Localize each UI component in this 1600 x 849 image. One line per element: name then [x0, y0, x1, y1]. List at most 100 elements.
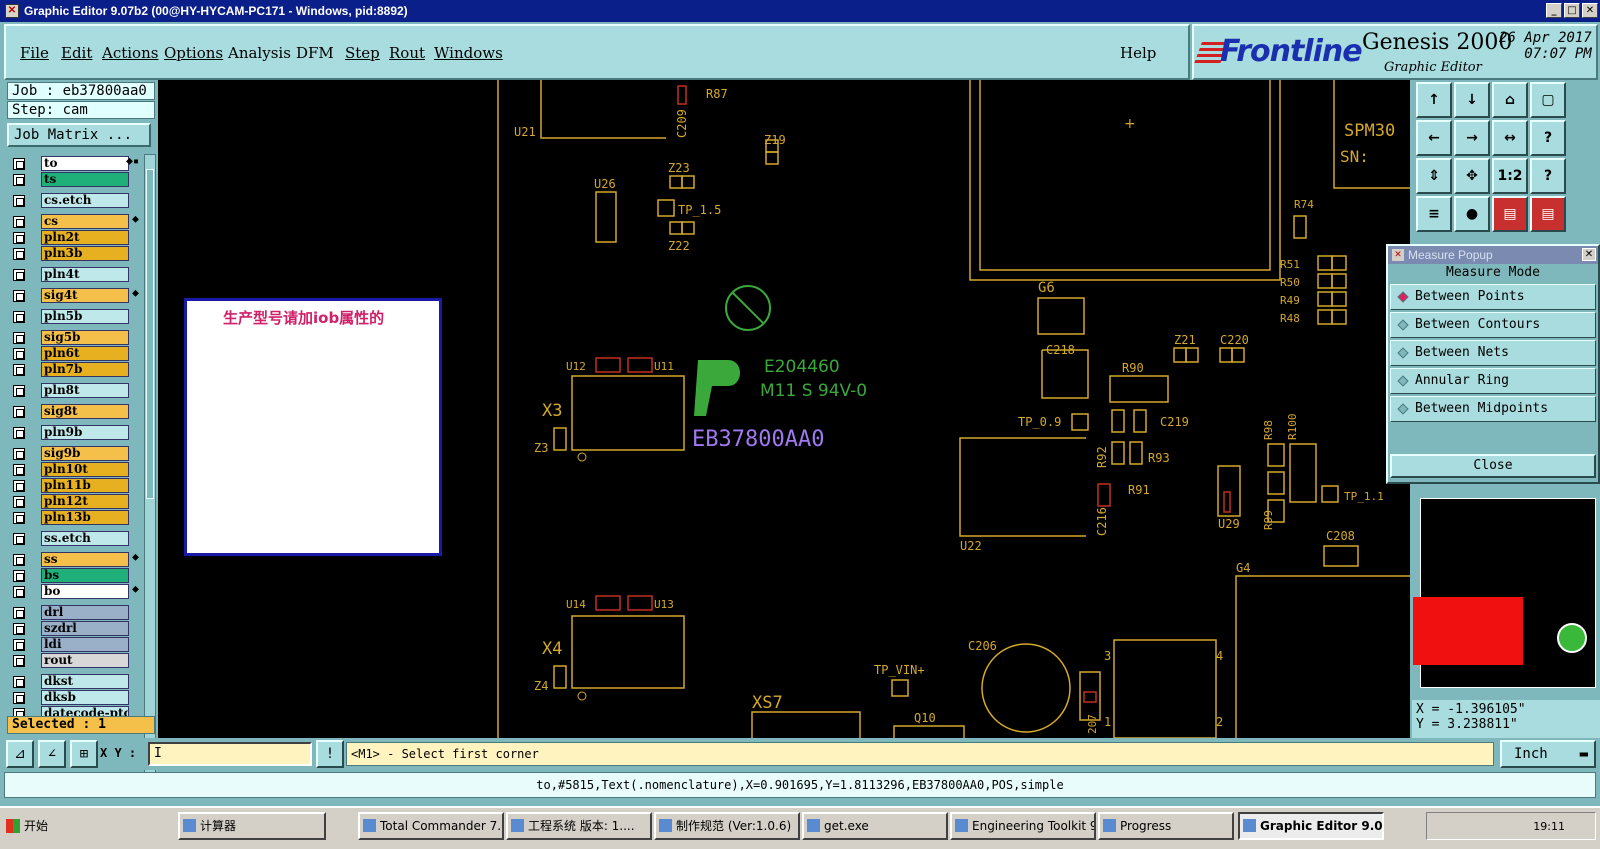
layer-row-pln11b[interactable]: pln11b: [7, 478, 141, 494]
layer-checkbox[interactable]: [13, 676, 25, 688]
layer-checkbox[interactable]: [13, 232, 25, 244]
layer-row-pln10t[interactable]: pln10t: [7, 462, 141, 478]
layer-scrollbar[interactable]: [144, 154, 156, 786]
pan-left-button[interactable]: ←: [1416, 120, 1452, 156]
layer-checkbox[interactable]: [13, 332, 25, 344]
layer-name[interactable]: sig8t: [41, 404, 129, 419]
task-get-exe[interactable]: get.exe: [802, 812, 948, 840]
layer-checkbox[interactable]: [13, 216, 25, 228]
layer-checkbox[interactable]: [13, 290, 25, 302]
menu-dfm[interactable]: DFM: [296, 44, 334, 62]
fit-screen-button[interactable]: ⇕: [1416, 158, 1452, 194]
layer-name[interactable]: dksb: [41, 690, 129, 705]
layer-name[interactable]: pln4t: [41, 267, 129, 282]
move-up-button[interactable]: ↑: [1416, 82, 1452, 118]
job-matrix-button[interactable]: Job Matrix ...: [7, 123, 151, 147]
layer-name[interactable]: sig5b: [41, 330, 129, 345]
layer-row-pln5b[interactable]: pln5b: [7, 309, 141, 325]
layer-name[interactable]: pln3b: [41, 246, 129, 261]
layer-row-pln6t[interactable]: pln6t: [7, 346, 141, 362]
overview-map[interactable]: [1413, 498, 1596, 688]
menu-options[interactable]: Options: [164, 44, 223, 62]
layer-checkbox[interactable]: [13, 195, 25, 207]
start-button[interactable]: 开始: [2, 814, 58, 838]
measure-close-button[interactable]: Close: [1390, 454, 1596, 478]
layer-name[interactable]: ss.etch: [41, 531, 129, 546]
fit-width-button[interactable]: ↔: [1492, 120, 1528, 156]
layer-row-pln12t[interactable]: pln12t: [7, 494, 141, 510]
layer-checkbox[interactable]: [13, 385, 25, 397]
layer-name[interactable]: pln7b: [41, 362, 129, 377]
menu-windows[interactable]: Windows: [434, 44, 503, 62]
layer-checkbox[interactable]: [13, 512, 25, 524]
layer-checkbox[interactable]: [13, 427, 25, 439]
menu-step[interactable]: Step: [345, 44, 380, 62]
layer-row-pln7b[interactable]: pln7b: [7, 362, 141, 378]
layer-checkbox[interactable]: [13, 607, 25, 619]
layer-name[interactable]: pln5b: [41, 309, 129, 324]
layer-name[interactable]: pln8t: [41, 383, 129, 398]
layer-name[interactable]: pln2t: [41, 230, 129, 245]
layer-name[interactable]: pln6t: [41, 346, 129, 361]
layer-row-bs[interactable]: bs: [7, 568, 141, 584]
snap-point-button[interactable]: ●: [1454, 196, 1490, 232]
layer-row-sig5b[interactable]: sig5b: [7, 330, 141, 346]
layer-row-ss[interactable]: ss ⬥: [7, 552, 141, 568]
layer-row-sig8t[interactable]: sig8t: [7, 404, 141, 420]
help-query-button[interactable]: ?: [1530, 120, 1566, 156]
layer-row-szdrl[interactable]: szdrl: [7, 621, 141, 637]
layer-name[interactable]: bs: [41, 568, 129, 583]
layer-checkbox[interactable]: [13, 269, 25, 281]
xy-input[interactable]: I: [148, 742, 312, 766]
layer-name[interactable]: ss: [41, 552, 129, 567]
layer-row-pln2t[interactable]: pln2t: [7, 230, 141, 246]
layer-row-ts[interactable]: ts: [7, 172, 141, 188]
layer-checkbox[interactable]: [13, 570, 25, 582]
layer-checkbox[interactable]: [13, 248, 25, 260]
layer-checkbox[interactable]: [13, 448, 25, 460]
layer-name[interactable]: ts: [41, 172, 129, 187]
layer-checkbox[interactable]: [13, 496, 25, 508]
layer-row-ss-etch[interactable]: ss.etch: [7, 531, 141, 547]
layer-row-pln3b[interactable]: pln3b: [7, 246, 141, 262]
task-spec[interactable]: 制作规范 (Ver:1.0.6): [654, 812, 800, 840]
menu-file[interactable]: File: [20, 44, 49, 62]
menu-actions[interactable]: Actions: [102, 44, 158, 62]
layer-row-ldi[interactable]: ldi: [7, 637, 141, 653]
center-button[interactable]: ✥: [1454, 158, 1490, 194]
layer-checkbox[interactable]: [13, 174, 25, 186]
layer-name[interactable]: rout: [41, 653, 129, 668]
scroll-thumb[interactable]: [146, 169, 154, 499]
layer-row-drl[interactable]: drl: [7, 605, 141, 621]
task-total-commander[interactable]: Total Commander 7.0 ...: [358, 812, 504, 840]
unit-select[interactable]: Inch ▬: [1500, 740, 1596, 768]
option-between-nets[interactable]: Between Nets: [1390, 340, 1596, 366]
layer-compare-button[interactable]: ▤: [1492, 196, 1528, 232]
layer-checkbox[interactable]: [13, 655, 25, 667]
layer-row-to[interactable]: to ⬥▪: [7, 156, 141, 172]
layer-row-pln4t[interactable]: pln4t: [7, 267, 141, 283]
option-between-points[interactable]: Between Points: [1390, 284, 1596, 310]
layer-name[interactable]: sig4t: [41, 288, 129, 303]
layer-checkbox[interactable]: [13, 639, 25, 651]
popup-close-icon[interactable]: ✕: [1582, 248, 1596, 261]
option-between-midpoints[interactable]: Between Midpoints: [1390, 396, 1596, 422]
layer-checkbox[interactable]: [13, 348, 25, 360]
layer-row-pln8t[interactable]: pln8t: [7, 383, 141, 399]
layer-name[interactable]: cs: [41, 214, 129, 229]
overview-viewport[interactable]: [1413, 597, 1523, 665]
layer-row-pln9b[interactable]: pln9b: [7, 425, 141, 441]
layer-checkbox[interactable]: [13, 406, 25, 418]
menu-analysis[interactable]: Analysis: [228, 44, 291, 62]
layer-checkbox[interactable]: [13, 364, 25, 376]
move-down-button[interactable]: ↓: [1454, 82, 1490, 118]
layer-name[interactable]: pln13b: [41, 510, 129, 525]
layer-props-button[interactable]: ≡: [1416, 196, 1452, 232]
close-window-button[interactable]: ✕: [1582, 3, 1598, 18]
layer-name[interactable]: pln11b: [41, 478, 129, 493]
layer-checkbox[interactable]: [13, 158, 25, 170]
layer-checkbox[interactable]: [13, 586, 25, 598]
layer-name[interactable]: bo: [41, 584, 129, 599]
layer-checkbox[interactable]: [13, 533, 25, 545]
maximize-button[interactable]: □: [1564, 3, 1580, 18]
